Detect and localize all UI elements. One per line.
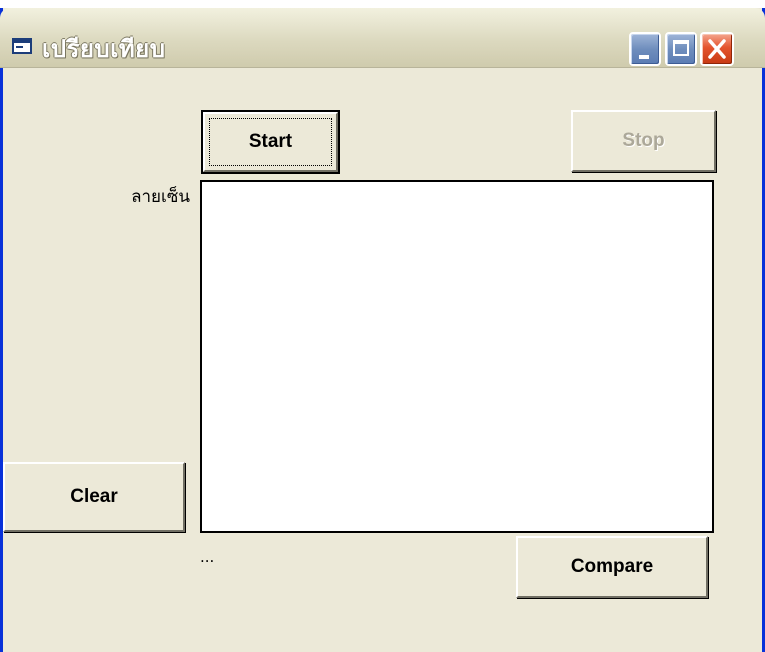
maximize-button[interactable]: [665, 32, 697, 66]
minimize-icon: [639, 55, 649, 59]
maximize-icon: [673, 40, 689, 56]
form-icon: [12, 38, 32, 54]
title-bar[interactable]: เปรียบเทียบ: [0, 8, 765, 68]
clear-button[interactable]: Clear: [3, 462, 185, 532]
start-button[interactable]: Start: [201, 110, 340, 174]
status-text: ...: [200, 548, 215, 566]
signature-canvas[interactable]: [200, 180, 714, 533]
close-button[interactable]: [700, 32, 734, 66]
window-title: เปรียบเทียบ: [42, 35, 166, 63]
close-icon: [708, 39, 726, 59]
signature-label: ลายเซ็น: [131, 187, 190, 207]
stop-button[interactable]: Stop: [571, 110, 716, 172]
compare-button[interactable]: Compare: [516, 536, 708, 598]
minimize-button[interactable]: [629, 32, 661, 66]
